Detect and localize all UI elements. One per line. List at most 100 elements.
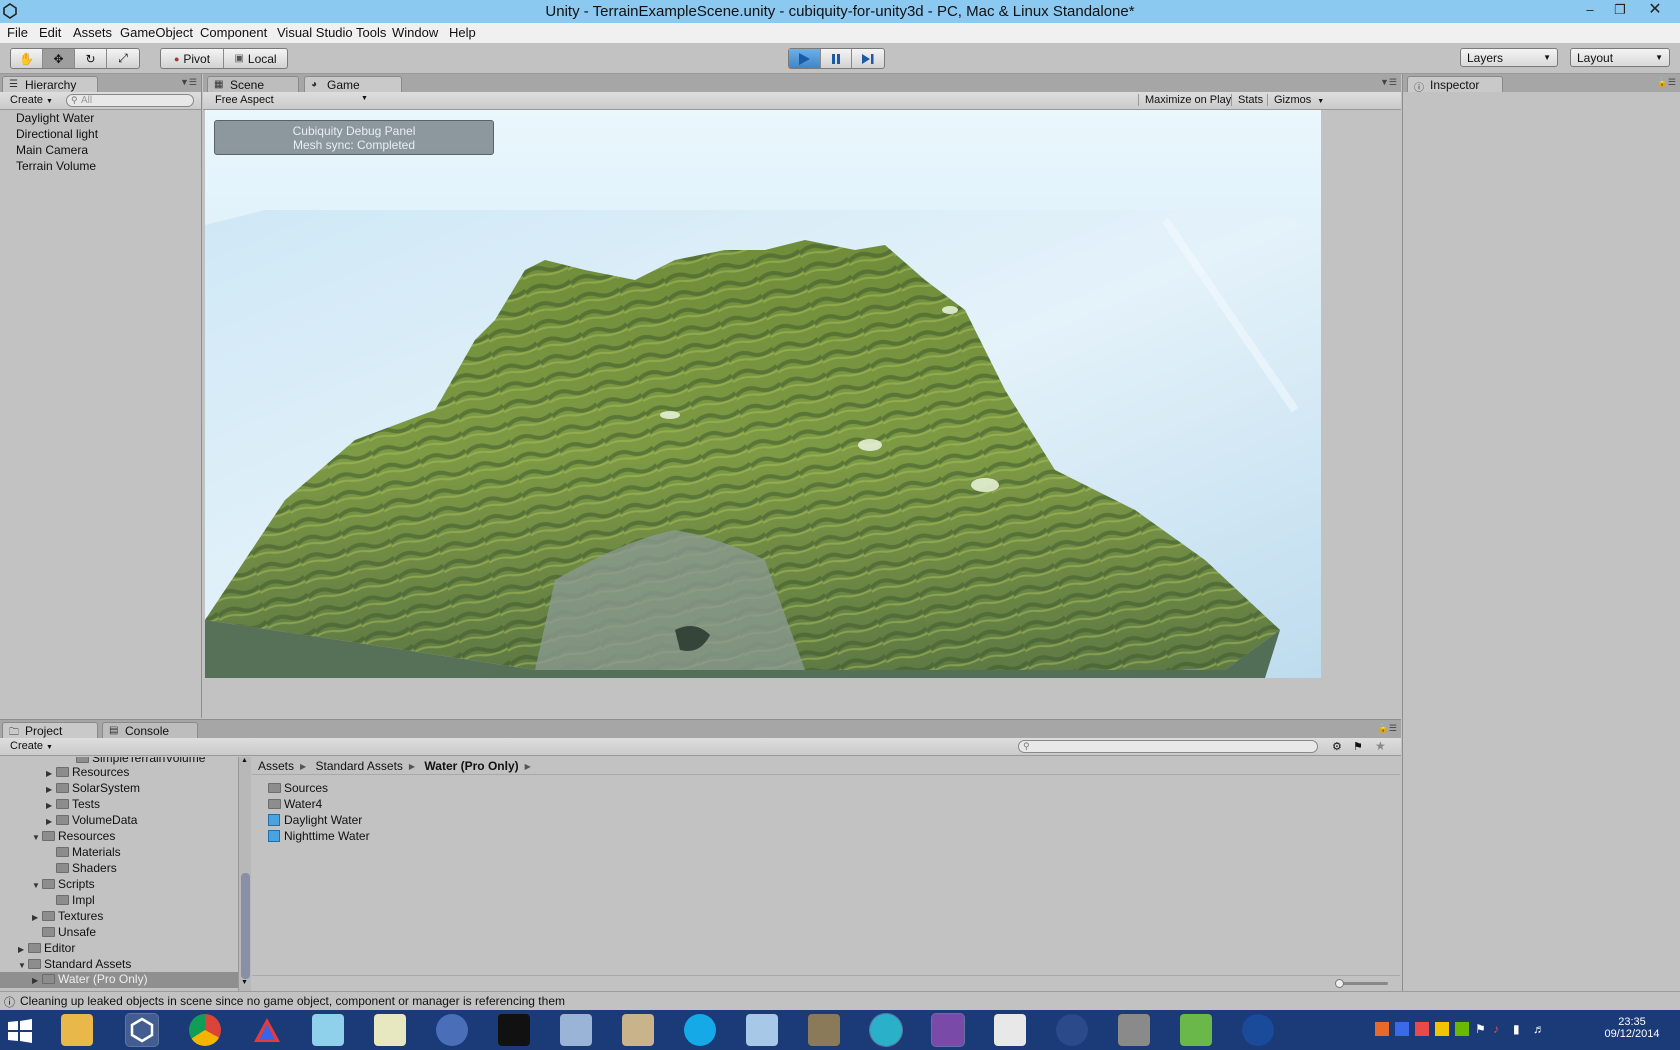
icon-size-slider[interactable]: [1335, 979, 1388, 988]
tree-item[interactable]: Unsafe: [42, 925, 96, 939]
asset-item[interactable]: Daylight Water: [268, 813, 362, 827]
tray-app-icon[interactable]: [1395, 1022, 1409, 1036]
create-dropdown[interactable]: Create ▼: [4, 739, 59, 754]
tab-game[interactable]: ◕ Game: [304, 76, 402, 92]
tree-item[interactable]: Materials: [56, 845, 121, 859]
menu-visual-studio-tools[interactable]: Visual Studio Tools: [277, 25, 386, 40]
terminal-icon[interactable]: [498, 1014, 530, 1046]
local-button[interactable]: ▣ Local: [224, 49, 287, 68]
play-icon[interactable]: [789, 49, 821, 68]
skype-icon[interactable]: [684, 1014, 716, 1046]
lock-icon[interactable]: 🔒☰: [1657, 77, 1676, 88]
breadcrumb-item[interactable]: Water (Pro Only): [424, 759, 518, 773]
hand-tool-icon[interactable]: ✋: [11, 49, 43, 68]
volume-muted-icon[interactable]: ♪: [1493, 1022, 1499, 1036]
google-drive-icon[interactable]: [1435, 1022, 1449, 1036]
keepass-icon[interactable]: [1056, 1014, 1088, 1046]
atom-app-icon[interactable]: [1242, 1014, 1274, 1046]
layers-dropdown[interactable]: Layers ▼: [1460, 48, 1558, 67]
archive-app-icon[interactable]: [622, 1014, 654, 1046]
tree-item[interactable]: ▶ SolarSystem: [46, 781, 140, 795]
scale-tool-icon[interactable]: ⤢: [107, 49, 139, 68]
tab-project[interactable]: 🗀 Project: [2, 722, 98, 738]
notes-app-icon[interactable]: [312, 1014, 344, 1046]
panel-menu-icon[interactable]: ▼☰: [180, 77, 197, 88]
hierarchy-search[interactable]: ⚲ All: [66, 94, 194, 107]
maximize-on-play-toggle[interactable]: Maximize on Play: [1138, 94, 1231, 106]
database-icon[interactable]: [1118, 1014, 1150, 1046]
filter-by-label-icon[interactable]: ⚑: [1353, 740, 1363, 753]
asset-item[interactable]: Sources: [268, 781, 328, 795]
menu-help[interactable]: Help: [449, 25, 476, 40]
hierarchy-item[interactable]: Directional light: [16, 127, 98, 141]
file-explorer-icon[interactable]: [61, 1014, 93, 1046]
triangle-app-icon[interactable]: [251, 1014, 283, 1046]
network-icon[interactable]: ▮: [1513, 1022, 1520, 1036]
gimp-icon[interactable]: [808, 1014, 840, 1046]
clock[interactable]: 23:35 09/12/2014: [1592, 1010, 1672, 1050]
unity-taskbar-icon[interactable]: [125, 1013, 159, 1047]
gizmos-dropdown[interactable]: Gizmos ▼: [1267, 94, 1324, 106]
game-viewport[interactable]: Cubiquity Debug Panel Mesh sync: Complet…: [205, 110, 1321, 678]
menu-component[interactable]: Component: [200, 25, 267, 40]
tree-item[interactable]: Shaders: [56, 861, 117, 875]
stats-toggle[interactable]: Stats: [1231, 94, 1263, 106]
menu-assets[interactable]: Assets: [73, 25, 112, 40]
tray-app-icon[interactable]: [1415, 1022, 1429, 1036]
create-dropdown[interactable]: Create ▼: [4, 93, 59, 108]
nvidia-icon[interactable]: [1455, 1022, 1469, 1036]
hierarchy-item[interactable]: Terrain Volume: [16, 159, 96, 173]
scroll-up-icon[interactable]: ▲: [241, 757, 248, 764]
project-search[interactable]: ⚲: [1018, 740, 1318, 753]
text-editor-icon[interactable]: [994, 1014, 1026, 1046]
qbittorrent-icon[interactable]: [436, 1014, 468, 1046]
windows-start-icon[interactable]: [8, 1019, 32, 1043]
menu-gameobject[interactable]: GameObject: [120, 25, 193, 40]
restore-icon[interactable]: ❐: [1605, 0, 1635, 22]
asset-item[interactable]: Water4: [268, 797, 322, 811]
tree-item[interactable]: ▼ Standard Assets: [18, 957, 131, 971]
lock-icon[interactable]: 🔒☰: [1378, 723, 1397, 734]
pause-icon[interactable]: [821, 49, 853, 68]
tab-inspector[interactable]: ⓘ Inspector: [1407, 76, 1503, 94]
favorite-star-icon[interactable]: ★: [1375, 739, 1386, 753]
tree-item[interactable]: SimpleTerrainVolume: [76, 757, 205, 765]
scrollbar-thumb[interactable]: [241, 873, 250, 979]
tree-item[interactable]: Impl: [56, 893, 95, 907]
cmake-app-icon[interactable]: [869, 1013, 903, 1047]
tree-item[interactable]: ▶ Resources: [46, 765, 129, 779]
asset-item[interactable]: Nighttime Water: [268, 829, 370, 843]
close-icon[interactable]: ✕: [1640, 0, 1670, 22]
tree-item[interactable]: ▶ Tests: [46, 797, 100, 811]
tab-console[interactable]: ▤ Console: [102, 722, 198, 738]
tab-scene[interactable]: ▦ Scene: [207, 76, 299, 92]
scroll-down-icon[interactable]: ▼: [241, 979, 248, 986]
pivot-button[interactable]: ● Pivot: [161, 49, 225, 68]
hierarchy-item[interactable]: Daylight Water: [16, 111, 94, 125]
chrome-icon[interactable]: [189, 1014, 221, 1046]
filter-by-type-icon[interactable]: ⚙: [1332, 740, 1342, 753]
action-center-flag-icon[interactable]: ⚑: [1475, 1022, 1486, 1036]
evernote-icon[interactable]: [1180, 1014, 1212, 1046]
virtualbox-icon[interactable]: [560, 1014, 592, 1046]
minimize-icon[interactable]: –: [1575, 0, 1605, 22]
tree-item[interactable]: ▼ Resources: [32, 829, 115, 843]
status-message[interactable]: Cleaning up leaked objects in scene sinc…: [20, 994, 565, 1008]
rotate-tool-icon[interactable]: ↻: [75, 49, 107, 68]
hierarchy-item[interactable]: Main Camera: [16, 143, 88, 157]
tab-hierarchy[interactable]: ☰ Hierarchy: [2, 76, 98, 92]
tray-app-icon[interactable]: [1375, 1022, 1389, 1036]
breadcrumb-item[interactable]: Assets: [258, 759, 294, 773]
panel-menu-icon[interactable]: ▼☰: [1380, 77, 1397, 88]
menu-window[interactable]: Window: [392, 25, 438, 40]
menu-file[interactable]: File: [7, 25, 28, 40]
tree-item-selected[interactable]: ▶ Water (Pro Only): [0, 972, 238, 988]
aspect-dropdown[interactable]: Free Aspect ▼: [215, 94, 368, 106]
visual-studio-icon[interactable]: [931, 1013, 965, 1047]
tree-scrollbar[interactable]: ▲ ▼: [238, 757, 251, 991]
tree-item[interactable]: ▶ Textures: [32, 909, 103, 923]
speaker-icon[interactable]: ♬: [1533, 1022, 1545, 1036]
calculator-icon[interactable]: [746, 1014, 778, 1046]
move-tool-icon[interactable]: ✥: [43, 49, 75, 68]
tree-item[interactable]: ▶ VolumeData: [46, 813, 137, 827]
